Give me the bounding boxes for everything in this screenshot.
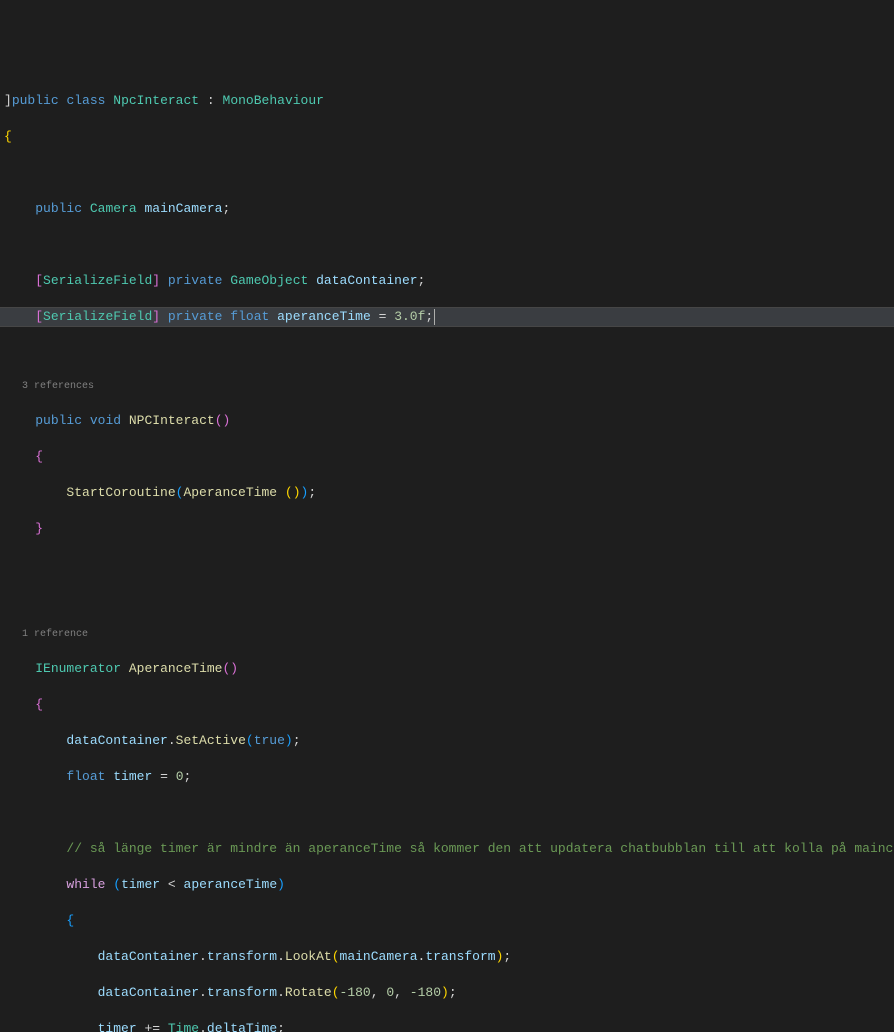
code-line[interactable]: dataContainer.transform.LookAt(mainCamer…	[0, 948, 894, 966]
code-line[interactable]: while (timer < aperanceTime)	[0, 876, 894, 894]
text-cursor	[434, 309, 435, 325]
code-line[interactable]	[0, 164, 894, 182]
code-line-active[interactable]: [SerializeField] private float aperanceT…	[0, 308, 894, 326]
code-line[interactable]: }	[0, 520, 894, 538]
code-line[interactable]: public void NPCInteract()	[0, 412, 894, 430]
code-line[interactable]: {	[0, 448, 894, 466]
code-line[interactable]: StartCoroutine(AperanceTime ());	[0, 484, 894, 502]
code-line[interactable]: {	[0, 696, 894, 714]
code-line[interactable]: dataContainer.transform.Rotate(-180, 0, …	[0, 984, 894, 1002]
code-line[interactable]	[0, 804, 894, 822]
code-line[interactable]: timer += Time.deltaTime;	[0, 1020, 894, 1032]
codelens-reference[interactable]: 1 reference	[0, 628, 894, 642]
codelens-reference[interactable]: 3 references	[0, 380, 894, 394]
code-line[interactable]: dataContainer.SetActive(true);	[0, 732, 894, 750]
code-line[interactable]: {	[0, 128, 894, 146]
code-line[interactable]: float timer = 0;	[0, 768, 894, 786]
code-line[interactable]	[0, 344, 894, 362]
code-line[interactable]	[0, 592, 894, 610]
code-line[interactable]	[0, 556, 894, 574]
code-line[interactable]	[0, 236, 894, 254]
code-line[interactable]: [SerializeField] private GameObject data…	[0, 272, 894, 290]
code-line[interactable]: public Camera mainCamera;	[0, 200, 894, 218]
code-line[interactable]: IEnumerator AperanceTime()	[0, 660, 894, 678]
code-line[interactable]: // så länge timer är mindre än aperanceT…	[0, 840, 894, 858]
code-line[interactable]: ]public class NpcInteract : MonoBehaviou…	[0, 92, 894, 110]
code-editor[interactable]: ]public class NpcInteract : MonoBehaviou…	[0, 72, 894, 1032]
code-line[interactable]: {	[0, 912, 894, 930]
